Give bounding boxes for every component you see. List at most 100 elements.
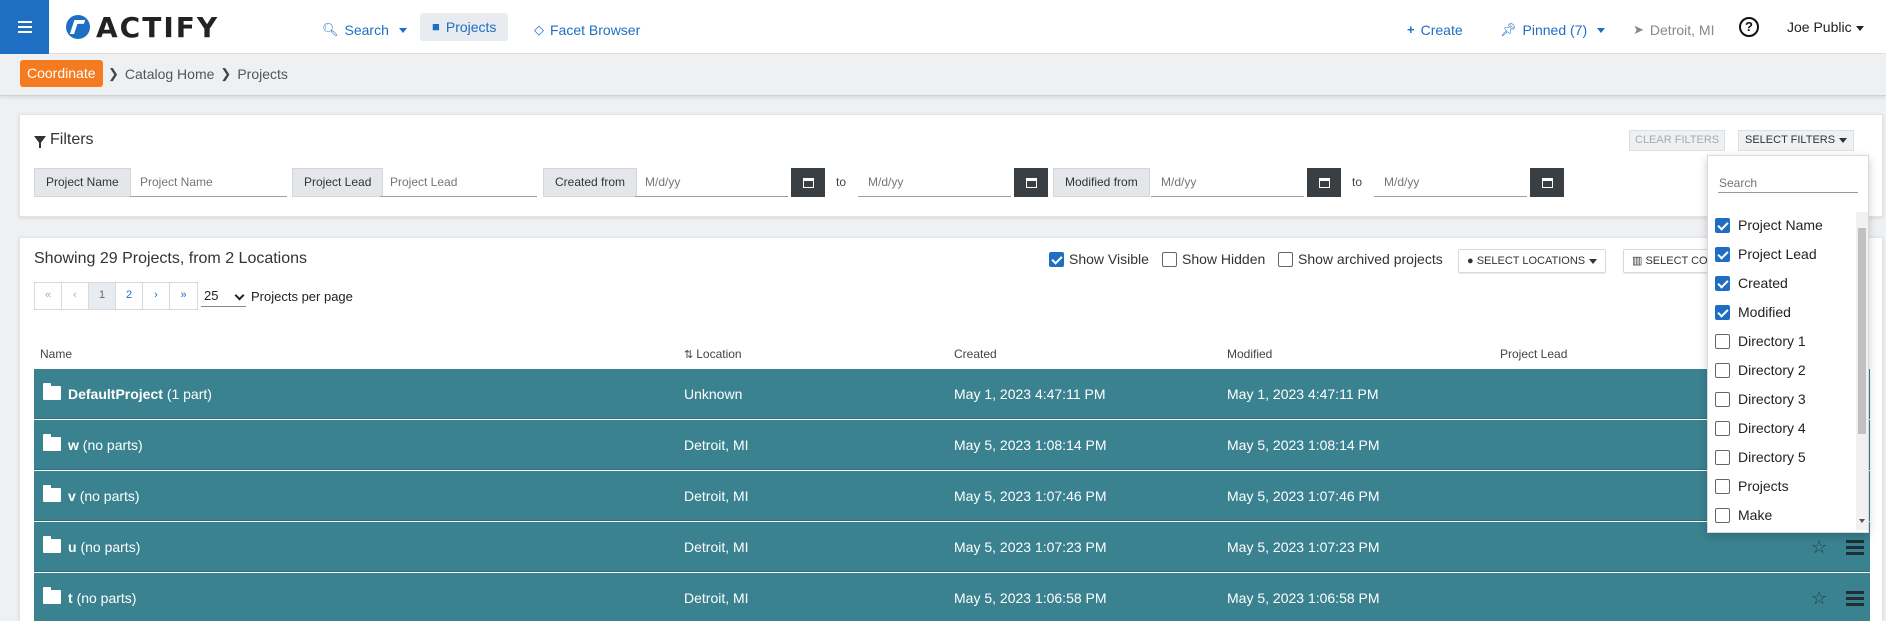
column-header-project-lead[interactable]: Project Lead (1500, 347, 1567, 361)
project-created: May 5, 2023 1:07:46 PM (954, 488, 1107, 504)
column-header-modified[interactable]: Modified (1227, 347, 1272, 361)
dropdown-option[interactable]: Directory 4 (1715, 420, 1806, 436)
dropdown-option[interactable]: Make (1715, 507, 1772, 523)
folder-icon (43, 587, 61, 604)
created-from-input[interactable] (635, 168, 788, 197)
filters-panel: Filters CLEAR FILTERS SELECT FILTERS Pro… (19, 114, 1883, 217)
pagination: « ‹ 1 2 › » (34, 282, 198, 310)
checkbox-unchecked[interactable] (1278, 251, 1293, 267)
show-visible-checkbox[interactable]: Show Visible (1049, 251, 1149, 267)
checkbox-unchecked[interactable] (1715, 478, 1730, 494)
chevron-down-icon (1589, 258, 1598, 264)
chevron-down-icon (1597, 27, 1606, 33)
column-header-location[interactable]: ⇅ Location (684, 347, 742, 361)
checkbox-unchecked[interactable] (1715, 507, 1730, 523)
pager-page-2[interactable]: 2 (116, 283, 143, 309)
modified-from-input[interactable] (1151, 168, 1304, 197)
calendar-icon[interactable] (1530, 168, 1564, 197)
coordinate-button[interactable]: Coordinate (20, 60, 103, 87)
dropdown-option[interactable]: Directory 2 (1715, 362, 1806, 378)
dropdown-option[interactable]: Project Name (1715, 217, 1823, 233)
globe-icon: ● (1467, 255, 1474, 267)
scrollbar-thumb[interactable] (1858, 228, 1866, 434)
modified-to-input[interactable] (1374, 168, 1527, 197)
breadcrumb-catalog-home[interactable]: Catalog Home (125, 66, 215, 82)
calendar-icon[interactable] (1014, 168, 1048, 197)
top-navbar: ACTIFY 🔍︎ Search ■ Projects ◇ Facet Brow… (0, 0, 1886, 54)
checkbox-checked[interactable] (1715, 246, 1730, 262)
select-locations-button[interactable]: ● SELECT LOCATIONS (1458, 249, 1607, 273)
checkbox-unchecked[interactable] (1715, 391, 1730, 407)
select-columns-button[interactable]: ▥ SELECT CO (1623, 249, 1717, 273)
folder-icon (43, 485, 61, 502)
nav-projects[interactable]: ■ Projects (420, 13, 509, 41)
pager-prev[interactable]: ‹ (62, 283, 89, 309)
checkbox-unchecked[interactable] (1715, 449, 1730, 465)
nav-search[interactable]: 🔍︎ Search (322, 16, 407, 44)
dropdown-option[interactable]: Directory 1 (1715, 333, 1806, 349)
table-row[interactable]: t (no parts) Detroit, MI May 5, 2023 1:0… (34, 573, 1870, 621)
dropdown-option[interactable]: Modified (1715, 304, 1791, 320)
dropdown-option[interactable]: Project Lead (1715, 246, 1817, 262)
checkbox-unchecked[interactable] (1715, 420, 1730, 436)
per-page-select[interactable]: 25 (201, 287, 246, 307)
dropdown-option[interactable]: Directory 5 (1715, 449, 1806, 465)
calendar-icon[interactable] (1307, 168, 1341, 197)
project-name[interactable]: t (no parts) (68, 590, 136, 606)
project-name[interactable]: DefaultProject (1 part) (68, 386, 212, 402)
table-row[interactable]: w (no parts) Detroit, MI May 5, 2023 1:0… (34, 420, 1870, 470)
pager-last[interactable]: » (170, 283, 197, 309)
project-lead-input[interactable] (380, 168, 537, 197)
project-name-input[interactable] (130, 168, 287, 197)
checkbox-unchecked[interactable] (1162, 251, 1177, 267)
checkbox-unchecked[interactable] (1715, 362, 1730, 378)
project-name[interactable]: w (no parts) (68, 437, 143, 453)
dropdown-option[interactable]: Projects (1715, 478, 1789, 494)
project-name[interactable]: v (no parts) (68, 488, 140, 504)
clear-filters-button[interactable]: CLEAR FILTERS (1629, 130, 1726, 151)
table-row[interactable]: u (no parts) Detroit, MI May 5, 2023 1:0… (34, 522, 1870, 572)
star-icon[interactable]: ☆ (1811, 537, 1827, 558)
nav-pinned[interactable]: 📌︎ Pinned (7) (1500, 16, 1606, 44)
user-menu[interactable]: Joe Public (1787, 19, 1864, 35)
checkbox-checked[interactable] (1715, 304, 1730, 320)
show-hidden-checkbox[interactable]: Show Hidden (1162, 251, 1265, 267)
table-row[interactable]: DefaultProject (1 part) Unknown May 1, 2… (34, 369, 1870, 419)
hamburger-menu-icon[interactable] (0, 0, 49, 54)
checkbox-checked[interactable] (1715, 275, 1730, 291)
breadcrumb-bar: Coordinate ❯ Catalog Home ❯ Projects (0, 54, 1886, 96)
row-menu-icon[interactable] (1846, 591, 1864, 594)
checkbox-checked[interactable] (1715, 217, 1730, 233)
checkbox-unchecked[interactable] (1715, 333, 1730, 349)
column-header-name[interactable]: Name (40, 347, 72, 361)
pager-first[interactable]: « (35, 283, 62, 309)
nav-facet-browser[interactable]: ◇ Facet Browser (534, 16, 640, 44)
select-filters-button[interactable]: SELECT FILTERS (1738, 130, 1855, 151)
search-icon: 🔍︎ (322, 22, 339, 37)
dropdown-option[interactable]: Created (1715, 275, 1788, 291)
nav-create[interactable]: + Create (1407, 16, 1463, 44)
scroll-down-icon[interactable] (1859, 519, 1865, 523)
project-name[interactable]: u (no parts) (68, 539, 140, 555)
star-icon[interactable]: ☆ (1811, 588, 1827, 609)
row-menu-icon[interactable] (1846, 540, 1864, 543)
show-archived-checkbox[interactable]: Show archived projects (1278, 251, 1443, 267)
dropdown-option[interactable]: Directory 3 (1715, 391, 1806, 407)
checkbox-checked[interactable] (1049, 251, 1064, 267)
column-header-created[interactable]: Created (954, 347, 997, 361)
project-name-label: Project Name (34, 168, 131, 197)
project-modified: May 5, 2023 1:06:58 PM (1227, 590, 1380, 606)
folder-icon (43, 536, 61, 553)
pager-next[interactable]: › (143, 283, 170, 309)
created-to-input[interactable] (858, 168, 1011, 197)
nav-location[interactable]: ➤ Detroit, MI (1633, 16, 1714, 44)
project-modified: May 5, 2023 1:08:14 PM (1227, 437, 1380, 453)
project-modified: May 5, 2023 1:07:46 PM (1227, 488, 1380, 504)
calendar-icon[interactable] (791, 168, 825, 197)
dropdown-scrollbar[interactable] (1856, 212, 1868, 530)
table-row[interactable]: v (no parts) Detroit, MI May 5, 2023 1:0… (34, 471, 1870, 521)
logo[interactable]: ACTIFY (66, 11, 219, 44)
filter-search-input[interactable] (1718, 170, 1858, 193)
pager-page-1[interactable]: 1 (89, 283, 116, 309)
help-icon[interactable]: ? (1739, 17, 1759, 37)
